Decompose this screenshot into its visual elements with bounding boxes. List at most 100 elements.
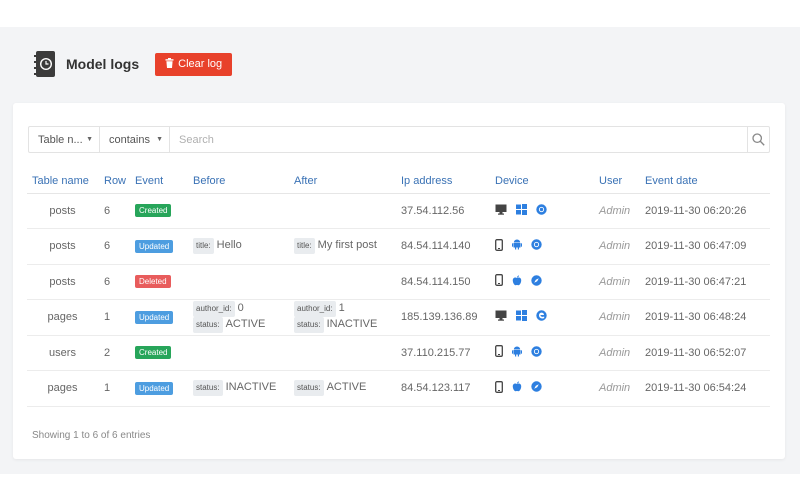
cell-event-date: 2019-11-30 06:47:21 bbox=[639, 264, 770, 300]
field-key: author_id: bbox=[193, 301, 235, 318]
cell-device bbox=[489, 299, 593, 336]
column-header-row[interactable]: Row bbox=[98, 169, 129, 194]
trash-icon bbox=[165, 57, 174, 71]
cell-event: Created bbox=[129, 335, 187, 371]
event-badge: Created bbox=[135, 346, 172, 360]
field-value: INACTIVE bbox=[326, 318, 378, 331]
column-header-table-name[interactable]: Table name bbox=[27, 169, 98, 194]
after-field: author_id: 1 bbox=[294, 301, 395, 318]
column-header-event-date[interactable]: Event date bbox=[639, 169, 770, 194]
field-key: status: bbox=[193, 380, 223, 397]
table-row[interactable]: pages 1 Updated status: INACTIVE status: ACTIV… bbox=[27, 370, 770, 407]
search-input[interactable] bbox=[170, 127, 747, 152]
cell-ip-address: 37.110.215.77 bbox=[395, 335, 489, 371]
cell-user: Admin bbox=[593, 264, 639, 300]
column-header-ip-address[interactable]: Ip address bbox=[395, 169, 489, 194]
edge-icon bbox=[536, 310, 547, 324]
field-value: INACTIVE bbox=[225, 381, 277, 394]
cell-before bbox=[187, 264, 288, 300]
clear-log-label: Clear log bbox=[178, 58, 223, 70]
cell-after bbox=[288, 264, 395, 300]
after-field: status: ACTIVE bbox=[294, 380, 395, 397]
cell-table-name: users bbox=[27, 335, 98, 371]
column-header-before[interactable]: Before bbox=[187, 169, 288, 194]
column-header-after[interactable]: After bbox=[288, 169, 395, 194]
before-field: title: Hello bbox=[193, 238, 288, 255]
cell-row: 1 bbox=[98, 299, 129, 336]
event-badge: Updated bbox=[135, 310, 174, 324]
table-row[interactable]: posts 6 Updated title: Hello title: My first p… bbox=[27, 228, 770, 265]
operator-select-value: contains bbox=[109, 133, 150, 146]
cell-user: Admin bbox=[593, 193, 639, 229]
page-background: Model logs Clear log Table n... ▼ contai… bbox=[0, 27, 800, 474]
log-book-icon bbox=[33, 50, 57, 78]
cell-table-name: posts bbox=[27, 228, 98, 265]
cell-after bbox=[288, 193, 395, 229]
windows-icon bbox=[516, 310, 527, 324]
cell-device bbox=[489, 264, 593, 300]
before-field: status: ACTIVE bbox=[193, 317, 288, 334]
search-button[interactable] bbox=[747, 127, 769, 152]
cell-after bbox=[288, 335, 395, 371]
cell-user: Admin bbox=[593, 335, 639, 371]
cell-user: Admin bbox=[593, 299, 639, 336]
field-value: ACTIVE bbox=[225, 318, 266, 331]
cell-user: Admin bbox=[593, 228, 639, 265]
cell-event: Updated bbox=[129, 228, 187, 265]
event-badge: Deleted bbox=[135, 275, 171, 289]
mobile-icon bbox=[495, 380, 503, 396]
clear-log-button[interactable]: Clear log bbox=[155, 52, 233, 76]
mobile-icon bbox=[495, 345, 503, 360]
column-select-value: Table n... bbox=[38, 133, 83, 146]
before-field: status: INACTIVE bbox=[193, 380, 288, 397]
page-header: Model logs Clear log bbox=[33, 46, 233, 82]
event-badge: Updated bbox=[135, 381, 174, 395]
field-value: ACTIVE bbox=[326, 381, 367, 394]
field-key: author_id: bbox=[294, 301, 336, 318]
field-key: title: bbox=[193, 238, 214, 255]
table-row[interactable]: pages 1 Updated author_id: 0 status: ACTIVE aut… bbox=[27, 299, 770, 336]
field-key: status: bbox=[193, 317, 223, 334]
apple-icon bbox=[512, 275, 522, 289]
cell-device bbox=[489, 335, 593, 371]
cell-ip-address: 84.54.114.150 bbox=[395, 264, 489, 300]
table-row[interactable]: posts 6 Created 37.54.112.56 Admin 2019-11-30… bbox=[27, 193, 770, 229]
field-value: Hello bbox=[216, 239, 242, 252]
cell-before: status: INACTIVE bbox=[187, 370, 288, 407]
cell-event: Deleted bbox=[129, 264, 187, 300]
table-row[interactable]: users 2 Created 37.110.215.77 Admin 2019-11-3… bbox=[27, 335, 770, 371]
operator-select[interactable]: contains ▼ bbox=[100, 127, 170, 152]
cell-event: Updated bbox=[129, 370, 187, 407]
after-field: title: My first post bbox=[294, 238, 395, 255]
cell-row: 6 bbox=[98, 228, 129, 265]
chrome-icon bbox=[531, 239, 542, 253]
column-header-device[interactable]: Device bbox=[489, 169, 593, 194]
cell-table-name: posts bbox=[27, 193, 98, 229]
cell-after: author_id: 1 status: INACTIVE bbox=[288, 299, 395, 336]
field-value: 1 bbox=[338, 302, 345, 315]
logs-table: Table name Row Event Before After Ip add… bbox=[27, 169, 770, 407]
column-header-event[interactable]: Event bbox=[129, 169, 187, 194]
mobile-icon bbox=[495, 238, 503, 254]
mobile-icon bbox=[495, 274, 503, 289]
cell-device bbox=[489, 370, 593, 407]
search-icon bbox=[752, 133, 765, 146]
cell-event-date: 2019-11-30 06:54:24 bbox=[639, 370, 770, 407]
android-icon bbox=[512, 239, 522, 253]
column-header-user[interactable]: User bbox=[593, 169, 639, 194]
field-key: status: bbox=[294, 380, 324, 397]
column-select[interactable]: Table n... ▼ bbox=[29, 127, 100, 152]
field-key: status: bbox=[294, 317, 324, 334]
table-info: Showing 1 to 6 of 6 entries bbox=[32, 430, 151, 441]
cell-before bbox=[187, 193, 288, 229]
cell-ip-address: 37.54.112.56 bbox=[395, 193, 489, 229]
cell-after: status: ACTIVE bbox=[288, 370, 395, 407]
cell-table-name: pages bbox=[27, 299, 98, 336]
cell-after: title: My first post bbox=[288, 228, 395, 265]
table-row[interactable]: posts 6 Deleted 84.54.114.150 Admin 2019-11-3… bbox=[27, 264, 770, 300]
cell-before: title: Hello bbox=[187, 228, 288, 265]
cell-before: author_id: 0 status: ACTIVE bbox=[187, 299, 288, 336]
table-header-row: Table name Row Event Before After Ip add… bbox=[27, 169, 770, 194]
filter-bar: Table n... ▼ contains ▼ bbox=[28, 126, 770, 153]
before-field: author_id: 0 bbox=[193, 301, 288, 318]
